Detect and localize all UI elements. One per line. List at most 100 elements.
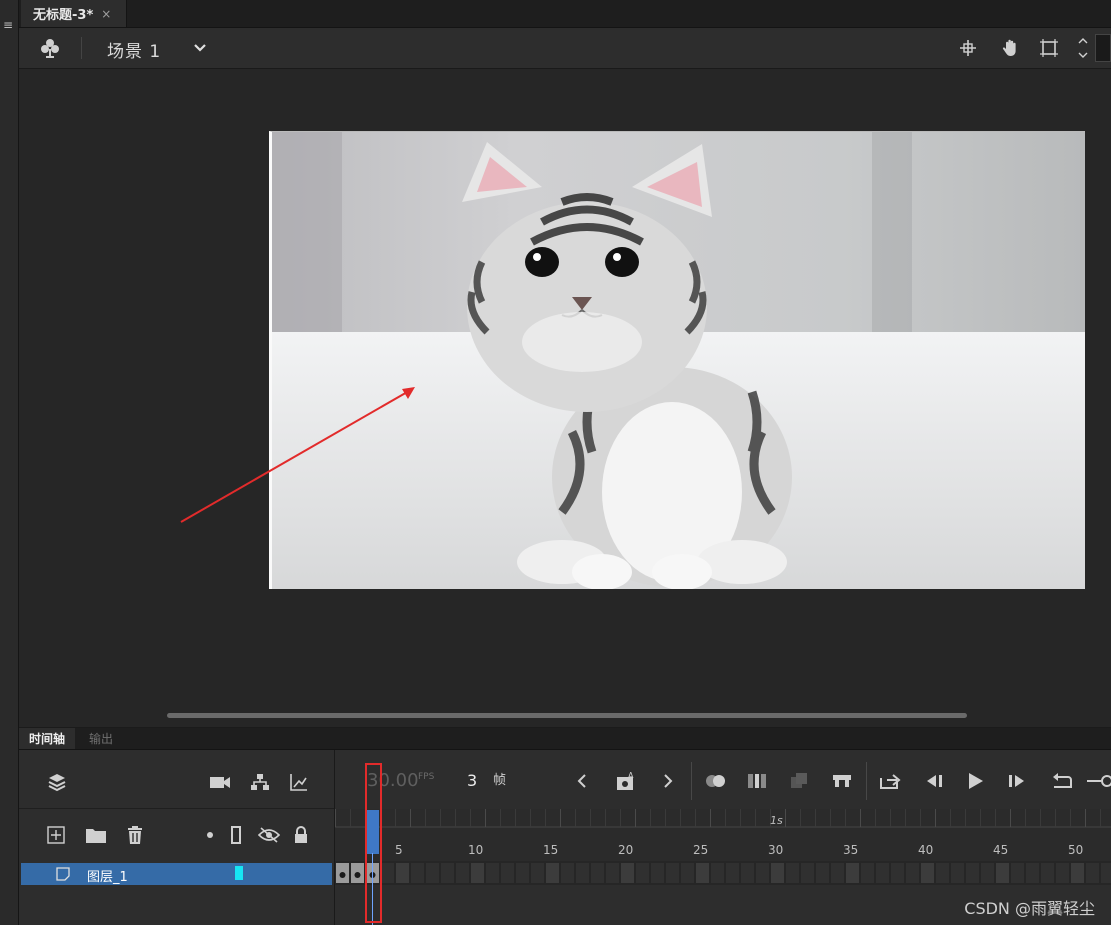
frame-cell xyxy=(1041,863,1054,883)
frame-cell xyxy=(861,863,874,883)
document-tab[interactable]: 无标题-3* × xyxy=(21,0,127,27)
camera-icon[interactable] xyxy=(208,770,232,794)
frame-cell xyxy=(741,863,754,883)
frame-cell xyxy=(636,863,649,883)
frame-cell xyxy=(906,863,919,883)
loop-icon[interactable] xyxy=(1049,770,1075,792)
layer-row[interactable]: 图层_1 xyxy=(21,863,332,885)
frame-tick-label: 40 xyxy=(918,843,934,857)
auto-keyframe-icon[interactable]: A xyxy=(613,768,639,794)
layer-color-swatch[interactable] xyxy=(235,866,243,880)
frame-cell xyxy=(891,863,904,883)
frame-cell xyxy=(576,863,589,883)
frame-cell xyxy=(696,863,709,883)
panel-tab-bar: 时间轴 输出 xyxy=(19,728,1111,750)
onion-skin-icon[interactable] xyxy=(703,770,729,792)
frame-cell xyxy=(981,863,994,883)
frame-span-icon[interactable] xyxy=(830,770,854,792)
layer-parenting-icon[interactable] xyxy=(248,770,272,794)
horizontal-scrollbar[interactable] xyxy=(167,713,967,718)
trash-icon[interactable] xyxy=(124,824,146,846)
zoom-input[interactable] xyxy=(1095,34,1111,62)
frame-tick-label: 20 xyxy=(618,843,634,857)
frame-cell xyxy=(1056,863,1069,883)
folder-icon[interactable] xyxy=(84,824,108,846)
layer-name[interactable]: 图层_1 xyxy=(87,866,128,885)
frame-cell xyxy=(456,863,469,883)
tab-output[interactable]: 输出 xyxy=(79,728,123,749)
keyframe-dot xyxy=(354,872,361,878)
frame-cell xyxy=(1026,863,1039,883)
frame-cell xyxy=(726,863,739,883)
insert-frame-icon[interactable] xyxy=(877,769,903,793)
frame-cell xyxy=(606,863,619,883)
eye-hidden-icon[interactable] xyxy=(257,824,281,846)
frame-cell xyxy=(711,863,724,883)
frame-cell xyxy=(771,863,784,883)
frame-cell xyxy=(411,863,424,883)
lock-icon[interactable] xyxy=(291,824,311,846)
frame-cell xyxy=(921,863,934,883)
frame-cell xyxy=(1071,863,1084,883)
frame-cell xyxy=(681,863,694,883)
frame-cell xyxy=(936,863,949,883)
stage-area[interactable] xyxy=(19,69,1111,727)
frame-cell xyxy=(1101,863,1111,883)
document-tab-title: 无标题-3* xyxy=(33,8,94,23)
toolbar-divider xyxy=(866,762,867,800)
frame-cell xyxy=(441,863,454,883)
frame-cell xyxy=(876,863,889,883)
frame-tick-label: 5 xyxy=(395,843,403,857)
frame-cell xyxy=(531,863,544,883)
frame-cell xyxy=(831,863,844,883)
graph-icon[interactable] xyxy=(287,770,311,794)
layer-type-icon xyxy=(55,866,71,882)
frame-tick-label: 15 xyxy=(543,843,559,857)
frame-tick-label: 30 xyxy=(768,843,784,857)
layers-icon[interactable] xyxy=(45,770,69,794)
club-icon[interactable] xyxy=(37,36,63,60)
new-layer-icon[interactable] xyxy=(45,824,67,846)
outline-icon[interactable] xyxy=(228,824,244,846)
divider xyxy=(19,808,334,809)
step-forward-icon[interactable] xyxy=(1005,770,1029,792)
frame-cell xyxy=(801,863,814,883)
paste-frames-icon[interactable] xyxy=(787,770,811,792)
frame-cell xyxy=(591,863,604,883)
close-icon[interactable]: × xyxy=(101,7,111,21)
edit-multiple-frames-icon[interactable] xyxy=(745,770,769,792)
frame-cell xyxy=(1086,863,1099,883)
zoom-stepper-icon[interactable] xyxy=(1076,34,1090,62)
frame-cell xyxy=(666,863,679,883)
hand-tool-icon[interactable] xyxy=(999,36,1023,60)
frame-cell xyxy=(381,863,394,883)
highlight-dot-icon[interactable] xyxy=(204,826,216,844)
frame-cell xyxy=(996,863,1009,883)
frame-cell xyxy=(951,863,964,883)
chevron-right-icon[interactable] xyxy=(657,770,679,792)
current-frame[interactable]: 3 xyxy=(467,771,477,790)
watermark: CSDN @雨翼轻尘 xyxy=(964,899,1095,918)
tab-timeline[interactable]: 时间轴 xyxy=(19,728,76,749)
zoom-slider-icon[interactable] xyxy=(1087,770,1111,792)
scene-label[interactable]: 场景 1 xyxy=(107,37,161,62)
keyframe-dot xyxy=(339,872,346,878)
frame-cell xyxy=(1011,863,1024,883)
play-icon[interactable] xyxy=(963,770,987,792)
layer-frames-row[interactable] xyxy=(335,861,1111,885)
document-tab-bar: 无标题-3* × xyxy=(19,0,1111,28)
toolbar-divider xyxy=(81,37,82,59)
snap-center-icon[interactable] xyxy=(957,37,979,59)
frame-tick-label: 50 xyxy=(1068,843,1084,857)
chevron-left-icon[interactable] xyxy=(571,770,593,792)
frame-tick-label: 10 xyxy=(468,843,484,857)
step-back-icon[interactable] xyxy=(922,770,946,792)
left-panel-strip: ≡ xyxy=(0,0,19,925)
frame-cell xyxy=(546,863,559,883)
panel-menu-icon[interactable]: ≡ xyxy=(3,18,13,32)
chevron-down-icon[interactable] xyxy=(189,38,211,58)
clip-canvas-icon[interactable] xyxy=(1037,36,1061,60)
frame-cell xyxy=(426,863,439,883)
frame-cell xyxy=(561,863,574,883)
timeline-panel: 图层_1 30.00 FPS 3 帧 A 1s 5 10 15 20 25 30… xyxy=(19,750,1111,925)
